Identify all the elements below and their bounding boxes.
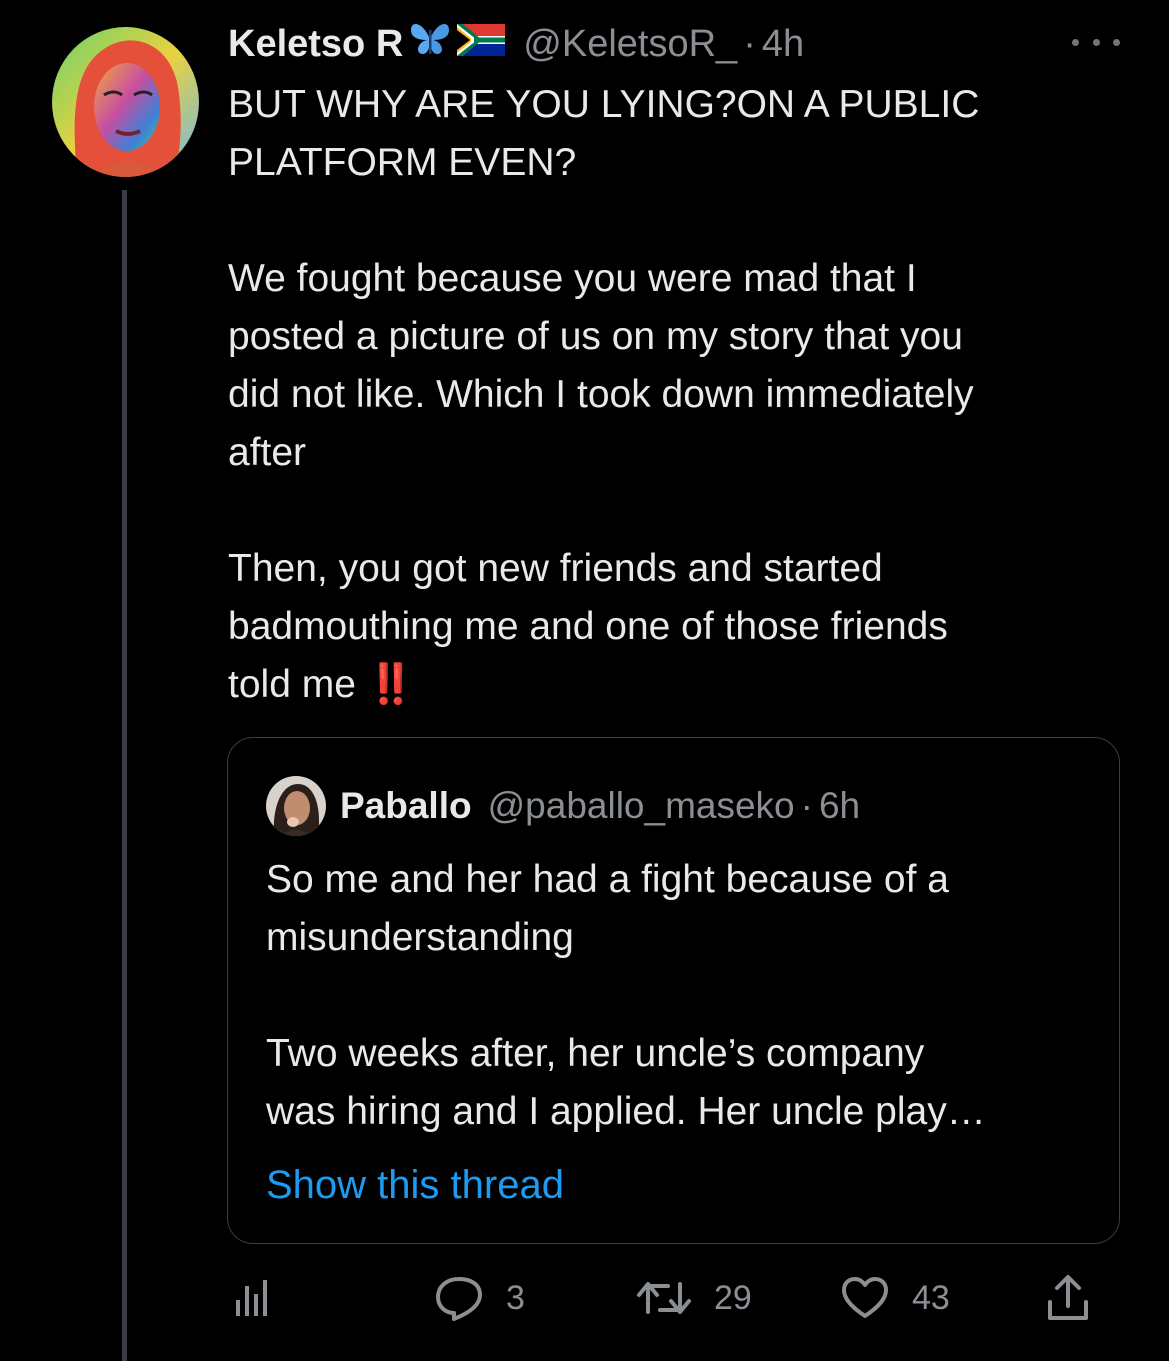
tweet-line: told me: [228, 663, 356, 706]
analytics-button[interactable]: [232, 1272, 272, 1324]
separator-dot: ·: [743, 22, 756, 65]
quoted-author-name[interactable]: Paballo: [340, 785, 472, 827]
quoted-author-avatar[interactable]: [266, 776, 326, 836]
quoted-tweet-header: Paballo @paballo_maseko · 6h: [266, 776, 860, 836]
show-this-thread-link[interactable]: Show this thread: [266, 1156, 564, 1214]
tweet-line: We fought because you were mad that I: [228, 257, 917, 300]
tweet-line: after: [228, 431, 307, 474]
author-avatar[interactable]: [52, 27, 199, 177]
quoted-tweet-line: was hiring and I applied. Her uncle play…: [266, 1090, 986, 1133]
reply-count: 3: [506, 1278, 525, 1317]
quoted-author-handle[interactable]: @paballo_maseko: [488, 785, 795, 827]
reply-icon: [434, 1275, 484, 1321]
thread-connector-line: [122, 190, 127, 1361]
tweet-time[interactable]: 4h: [762, 23, 804, 66]
tweet-action-bar: 3 29 43: [228, 1272, 1098, 1324]
tweet-line: badmouthing me and one of those friends: [228, 605, 948, 648]
quoted-tweet-time[interactable]: 6h: [819, 785, 860, 827]
like-count: 43: [912, 1278, 950, 1317]
tweet-line: BUT WHY ARE YOU LYING?ON A PUBLIC: [228, 83, 980, 126]
author-handle[interactable]: @KeletsoR_: [523, 23, 737, 66]
share-button[interactable]: [1046, 1272, 1090, 1324]
heart-icon: [840, 1276, 890, 1320]
butterfly-icon: [409, 20, 451, 68]
tweet-line: PLATFORM EVEN?: [228, 141, 577, 184]
reply-button[interactable]: 3: [434, 1272, 525, 1324]
retweet-button[interactable]: 29: [636, 1272, 752, 1324]
author-name[interactable]: Keletso R: [228, 23, 403, 66]
share-icon: [1046, 1274, 1090, 1322]
separator-dot: ·: [800, 785, 813, 826]
quoted-tweet-text: So me and her had a fight because of a m…: [266, 851, 1086, 1141]
more-options-icon[interactable]: [1072, 30, 1120, 54]
tweet-line: did not like. Which I took down immediat…: [228, 373, 974, 416]
double-exclamation-icon: ‼️: [366, 663, 418, 706]
tweet-header: Keletso R @KeletsoR_ · 4h: [228, 18, 804, 70]
tweet-line-last: told me ‼️: [228, 656, 1128, 714]
quoted-tweet-line: So me and her had a fight because of a: [266, 858, 949, 901]
quoted-tweet-line: Two weeks after, her uncle’s company: [266, 1032, 925, 1075]
quoted-tweet-line: misunderstanding: [266, 916, 574, 959]
tweet-line: Then, you got new friends and started: [228, 547, 883, 590]
south-africa-flag-icon: [457, 23, 506, 66]
like-button[interactable]: 43: [840, 1272, 950, 1324]
retweet-count: 29: [714, 1278, 752, 1317]
analytics-icon: [232, 1278, 272, 1318]
quoted-tweet-card[interactable]: Paballo @paballo_maseko · 6h So me and h…: [227, 737, 1120, 1244]
tweet-line: posted a picture of us on my story that …: [228, 315, 963, 358]
retweet-icon: [636, 1276, 692, 1320]
tweet-text: BUT WHY ARE YOU LYING?ON A PUBLIC PLATFO…: [228, 76, 1128, 714]
